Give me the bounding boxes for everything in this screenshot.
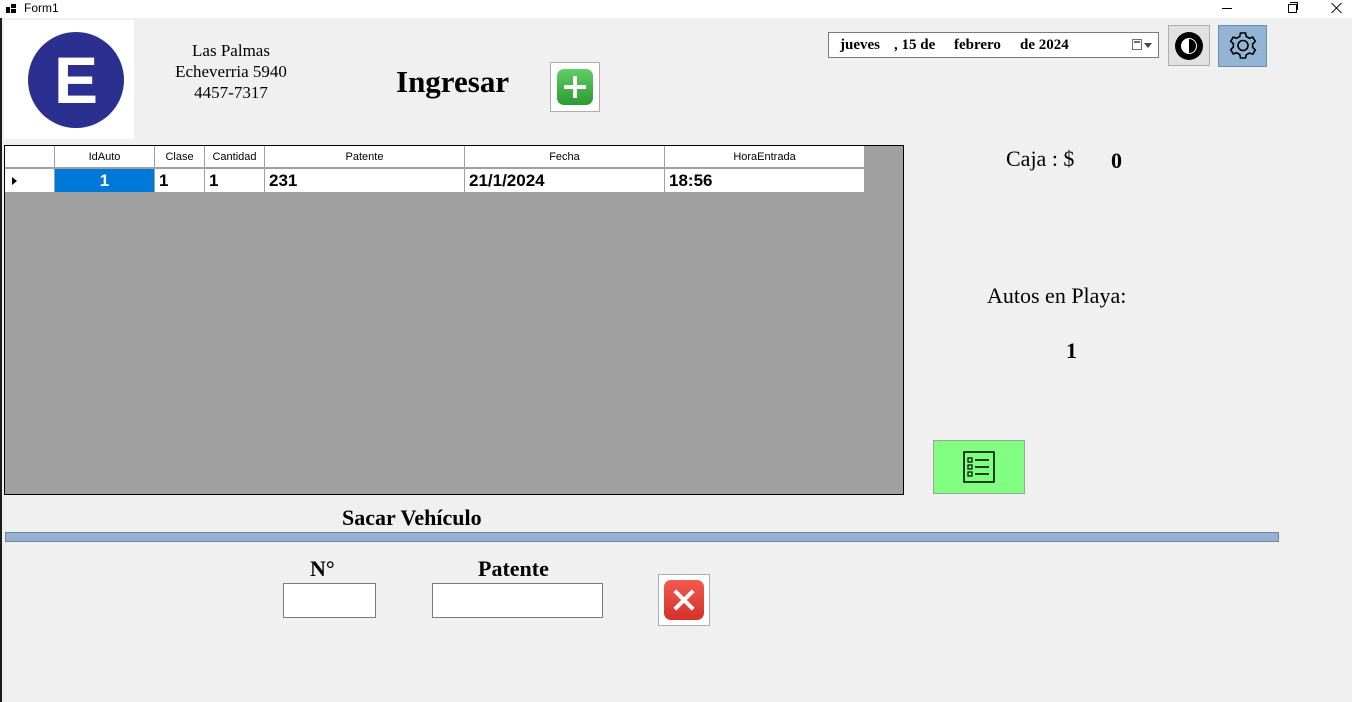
business-address: Echeverria 5940 (175, 62, 287, 81)
business-phone: 4457-7317 (194, 83, 268, 102)
number-label: N° (310, 556, 335, 581)
date-month: febrero (954, 37, 1001, 53)
patente-input[interactable] (432, 583, 603, 618)
sacar-vehiculo-title: Sacar Vehículo (342, 505, 482, 530)
patente-label: Patente (478, 556, 549, 581)
column-header-clase[interactable]: Clase (155, 146, 205, 168)
date-year: de 2024 (1020, 37, 1069, 53)
number-input[interactable] (283, 583, 376, 618)
grid-header: IdAuto Clase Cantidad Patente Fecha Hora… (5, 146, 865, 169)
contrast-icon-half (1181, 38, 1197, 54)
plus-icon (557, 69, 593, 105)
autos-count: 1 (1066, 338, 1077, 363)
section-divider (5, 532, 1279, 542)
cell-cantidad[interactable]: 1 (205, 169, 265, 193)
caja-value: 0 (1111, 148, 1122, 173)
chevron-down-icon[interactable] (1144, 43, 1152, 48)
cell-fecha[interactable]: 21/1/2024 (465, 169, 665, 193)
row-header[interactable] (5, 169, 55, 193)
column-header-horaentrada[interactable]: HoraEntrada (665, 146, 865, 168)
gear-icon (1229, 32, 1257, 59)
date-day: jueves (840, 37, 880, 53)
settings-button[interactable] (1218, 25, 1267, 67)
logo-circle: E (28, 32, 124, 128)
row-indicator-icon (12, 177, 17, 185)
date-number: , 15 de (894, 37, 936, 53)
restore-button[interactable] (1268, 0, 1314, 18)
table-row[interactable]: 1 1 1 231 21/1/2024 18:56 (5, 169, 865, 193)
add-vehicle-button[interactable] (550, 62, 600, 112)
checklist-icon (963, 451, 995, 483)
close-icon (664, 580, 704, 620)
vehicles-grid[interactable]: IdAuto Clase Cantidad Patente Fecha Hora… (4, 145, 904, 495)
close-window-button[interactable] (1314, 0, 1352, 18)
business-name: Las Palmas (192, 41, 270, 60)
calendar-icon (1132, 39, 1142, 50)
column-header-idauto[interactable]: IdAuto (55, 146, 155, 168)
cell-patente[interactable]: 231 (265, 169, 465, 193)
logo-letter: E (53, 43, 99, 117)
window-title: Form1 (24, 1, 59, 15)
theme-toggle-button[interactable] (1168, 25, 1210, 66)
date-picker[interactable]: jueves , 15 de febrero de 2024 (828, 32, 1159, 58)
title-bar: Form1 (0, 0, 1352, 18)
caja-label: Caja : $ (1006, 146, 1075, 171)
column-header-fecha[interactable]: Fecha (465, 146, 665, 168)
grid-corner[interactable] (5, 146, 55, 168)
report-list-button[interactable] (933, 440, 1025, 494)
cell-clase[interactable]: 1 (155, 169, 205, 193)
ingresar-label: Ingresar (396, 64, 510, 99)
business-info: Las Palmas Echeverria 5940 4457-7317 (160, 40, 302, 103)
column-header-cantidad[interactable]: Cantidad (205, 146, 265, 168)
minimize-button[interactable] (1203, 0, 1249, 18)
logo: E (4, 20, 134, 139)
app-icon (6, 4, 18, 14)
cell-horaentrada[interactable]: 18:56 (665, 169, 865, 193)
column-header-patente[interactable]: Patente (265, 146, 465, 168)
autos-label: Autos en Playa: (987, 283, 1127, 308)
remove-vehicle-button[interactable] (658, 574, 710, 626)
cell-idauto[interactable]: 1 (55, 169, 155, 193)
window-left-border (0, 18, 2, 702)
